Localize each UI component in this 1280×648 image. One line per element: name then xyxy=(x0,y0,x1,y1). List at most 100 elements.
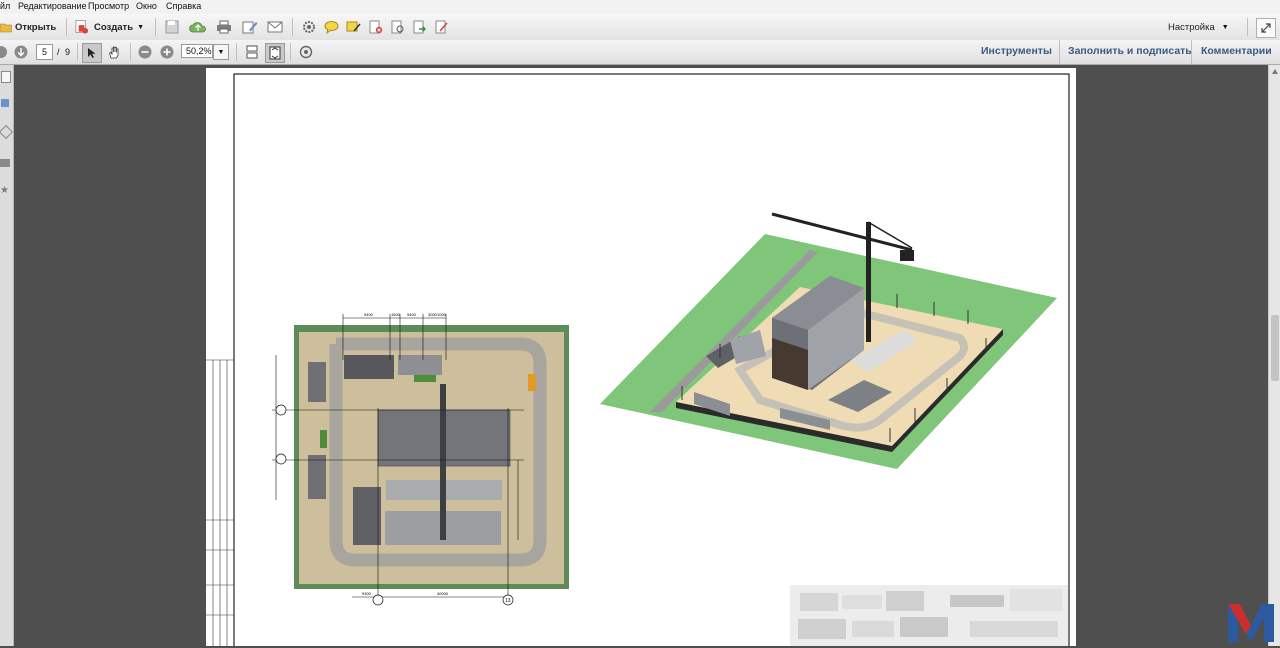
chevron-down-icon: ▼ xyxy=(1221,23,1229,31)
signature-icon xyxy=(435,20,448,34)
chevron-down-icon: ▼ xyxy=(217,48,225,56)
fullscreen-button[interactable] xyxy=(1256,18,1276,38)
dim-text: 9400 xyxy=(364,312,374,317)
toolbar-separator xyxy=(236,43,237,61)
menu-view[interactable]: Просмотр xyxy=(88,1,129,11)
axis-marker-text: 13 xyxy=(505,598,511,604)
attachments-icon[interactable]: ★ xyxy=(0,185,9,196)
title-stamp-columns xyxy=(206,359,234,646)
settings-button[interactable] xyxy=(301,19,317,35)
cloud-upload-icon xyxy=(189,22,206,33)
open-button[interactable]: Открыть xyxy=(0,19,62,35)
print-button[interactable] xyxy=(215,19,233,35)
save-icon xyxy=(165,20,179,34)
plan-crane xyxy=(440,384,446,540)
email-icon xyxy=(267,21,283,33)
page-number-value: 5 xyxy=(41,47,47,57)
folder-icon xyxy=(0,23,12,33)
zoom-dropdown-button[interactable]: ▼ xyxy=(213,44,229,60)
customize-button[interactable]: Настройка ▼ xyxy=(1168,19,1232,35)
plan-cabins xyxy=(308,455,326,499)
bookmarks-icon[interactable] xyxy=(1,99,9,107)
create-pdf-icon xyxy=(75,20,89,34)
edit-icon xyxy=(242,21,258,34)
zoom-input[interactable]: 50,2% xyxy=(181,44,213,58)
export-icon xyxy=(413,20,426,34)
isometric-site-view xyxy=(600,212,1057,469)
plus-icon xyxy=(160,45,174,59)
dim-text: 1000 xyxy=(437,312,447,317)
scroll-thumb[interactable] xyxy=(1271,315,1279,381)
dim-text: 9300 xyxy=(362,591,372,596)
dim-text: 40000 xyxy=(437,591,449,596)
toolbar-separator xyxy=(66,18,67,36)
total-pages: 9 xyxy=(65,47,71,57)
main-toolbar: Открыть Создать ▼ Настройка ▼ xyxy=(0,14,1280,41)
page-thumbnails-icon[interactable] xyxy=(1,71,11,83)
plan-cabins xyxy=(308,362,326,402)
select-tool-button[interactable] xyxy=(82,43,102,63)
plan-storage xyxy=(398,355,442,375)
stamp-icon xyxy=(369,20,382,34)
menu-file[interactable]: йл xyxy=(0,1,10,11)
menu-edit[interactable]: Редактирование xyxy=(18,1,87,11)
drawing-sheet: 9400 1500 9400 3000 1000 9300 40000 13 xyxy=(206,73,1070,648)
signature-button[interactable] xyxy=(433,19,449,35)
page-number-input[interactable]: 5 xyxy=(36,44,53,60)
tools-panel-button[interactable]: Инструменты xyxy=(981,45,1052,57)
highlight-icon xyxy=(346,21,361,32)
arrow-down-icon xyxy=(14,45,28,59)
layers-icon[interactable] xyxy=(0,159,10,167)
fit-page-button[interactable] xyxy=(265,43,285,63)
toolbar-separator xyxy=(155,18,156,36)
create-button[interactable]: Создать ▼ xyxy=(74,18,144,36)
toolbar-separator xyxy=(130,43,131,61)
signatures-icon[interactable] xyxy=(0,124,14,140)
fill-sign-panel-button[interactable]: Заполнить и подписать xyxy=(1068,45,1192,57)
previous-page-button[interactable] xyxy=(0,44,8,60)
scroll-up-arrow[interactable] xyxy=(1272,69,1278,74)
menu-window[interactable]: Окно xyxy=(136,1,157,11)
email-button[interactable] xyxy=(266,19,284,35)
print-icon xyxy=(217,20,231,34)
dim-text: 9400 xyxy=(407,312,417,317)
comment-icon xyxy=(324,21,338,34)
iso-crane-counterweight xyxy=(900,250,914,261)
navigation-toolbar: 5 / 9 50,2% ▼ Инструменты Заполнить и по… xyxy=(0,40,1280,65)
hand-tool-button[interactable] xyxy=(105,43,123,61)
vertical-scrollbar[interactable] xyxy=(1268,65,1280,646)
arrow-up-icon xyxy=(0,46,7,58)
menu-help[interactable]: Справка xyxy=(166,1,201,11)
scroll-mode-button[interactable] xyxy=(243,43,261,61)
expand-icon xyxy=(1261,23,1271,33)
page-scroll-icon xyxy=(246,45,258,59)
save-button[interactable] xyxy=(164,19,180,35)
toolbar-separator xyxy=(292,18,293,36)
plan-vehicle xyxy=(528,374,536,391)
comments-panel-button[interactable]: Комментарии xyxy=(1201,45,1272,57)
export-button[interactable] xyxy=(411,19,427,35)
next-page-button[interactable] xyxy=(13,44,29,60)
edit-button[interactable] xyxy=(241,19,259,35)
customize-label: Настройка xyxy=(1168,21,1215,33)
fit-page-icon xyxy=(269,46,281,60)
highlight-button[interactable] xyxy=(345,19,361,35)
sign-button[interactable] xyxy=(297,43,315,61)
menu-bar: йл Редактирование Просмотр Окно Справка xyxy=(0,0,1280,15)
cloud-upload-button[interactable] xyxy=(189,19,207,35)
zoom-in-button[interactable] xyxy=(159,44,175,60)
zoom-value: 50,2% xyxy=(186,46,212,56)
stamp-button[interactable] xyxy=(367,19,383,35)
watermark-logo xyxy=(1228,604,1274,642)
plan-container xyxy=(320,430,327,448)
attach-button[interactable] xyxy=(389,19,405,35)
toolbar-separator xyxy=(1247,18,1248,36)
comment-button[interactable] xyxy=(323,19,339,35)
navigation-panel: ★ xyxy=(0,65,14,646)
attach-icon xyxy=(391,20,403,34)
open-label: Открыть xyxy=(15,21,57,33)
toolbar-separator xyxy=(290,43,291,61)
cursor-icon xyxy=(88,48,96,58)
zoom-out-button[interactable] xyxy=(137,44,153,60)
site-plan xyxy=(272,314,569,606)
